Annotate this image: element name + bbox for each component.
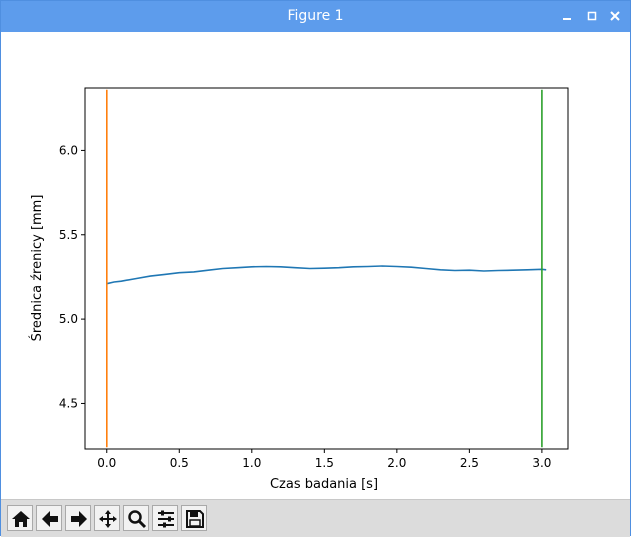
save-icon <box>186 510 204 528</box>
x-tick-label: 1.5 <box>315 456 334 470</box>
maximize-button[interactable] <box>583 7 601 25</box>
close-button[interactable] <box>606 7 624 25</box>
x-tick-label: 2.5 <box>460 456 479 470</box>
zoom-icon <box>128 510 147 529</box>
y-axis-label: Średnica źrenicy [mm] <box>29 195 45 342</box>
arrow-right-icon <box>71 511 87 527</box>
x-axis-label: Czas badania [s] <box>270 477 378 492</box>
x-tick-label: 0.5 <box>170 456 189 470</box>
close-icon <box>610 11 620 21</box>
y-tick-label: 4.5 <box>59 396 78 410</box>
zoom-button[interactable] <box>123 505 149 531</box>
x-tick-label: 3.0 <box>532 456 551 470</box>
minimize-icon <box>563 18 571 20</box>
figure-canvas[interactable]: 0.0 0.5 1.0 1.5 2.0 2.5 3.0 4.5 5.0 5.5 6.0 Czas … <box>1 32 630 499</box>
pan-icon <box>99 510 117 528</box>
chart: 0.0 0.5 1.0 1.5 2.0 2.5 3.0 4.5 5.0 5.5 6.0 Czas … <box>29 87 569 492</box>
x-tick-label: 2.0 <box>387 456 406 470</box>
home-button[interactable] <box>7 505 33 531</box>
series-line-0 <box>106 265 547 285</box>
maximize-icon <box>587 11 597 21</box>
title-bar[interactable]: Figure 1 <box>1 1 630 32</box>
x-tick-label: 0.0 <box>97 456 116 470</box>
navigation-toolbar <box>1 499 630 537</box>
save-button[interactable] <box>181 505 207 531</box>
sliders-icon <box>158 510 174 528</box>
back-button[interactable] <box>36 505 62 531</box>
window-title: Figure 1 <box>287 8 344 24</box>
y-tick-label: 5.0 <box>59 312 78 326</box>
x-tick-label: 1.0 <box>242 456 261 470</box>
arrow-left-icon <box>42 511 58 527</box>
home-icon <box>12 511 30 527</box>
pan-button[interactable] <box>94 505 120 531</box>
y-tick-label: 6.0 <box>59 143 78 157</box>
configure-subplots-button[interactable] <box>152 505 178 531</box>
minimize-button[interactable] <box>558 7 576 25</box>
figure-window: Figure 1 0.0 0.5 1.0 1.5 2.0 2.5 3.0 4.5 5.0 5.5… <box>0 0 631 537</box>
forward-button[interactable] <box>65 505 91 531</box>
y-tick-label: 5.5 <box>59 228 78 242</box>
